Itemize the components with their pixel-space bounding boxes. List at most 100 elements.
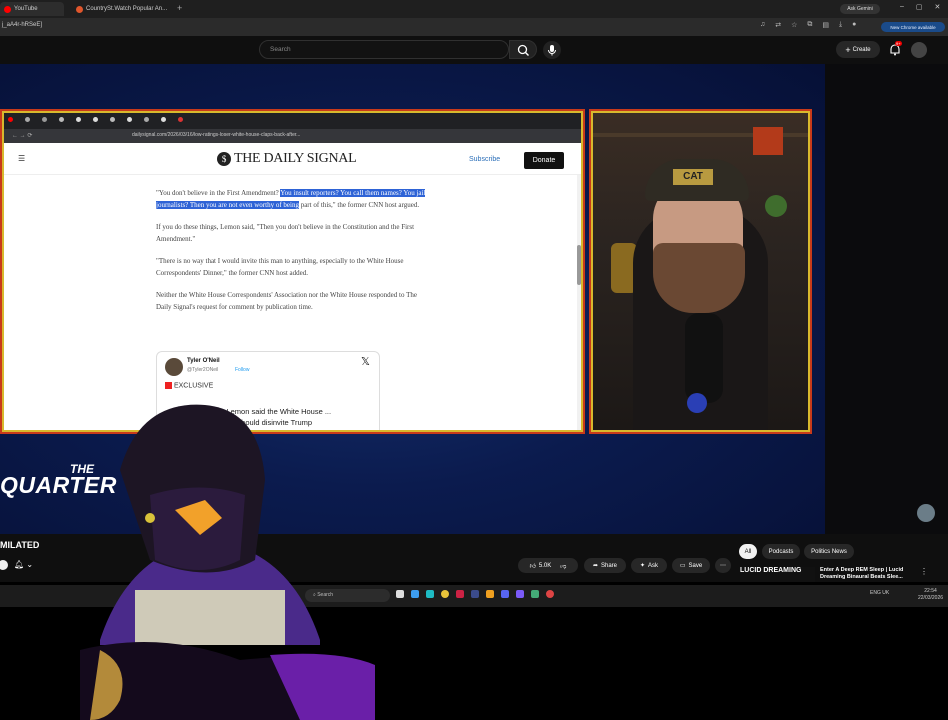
inner-address-bar: ← → ⟳ dailysignal.com/2026/03/16/low-rat… <box>4 129 581 143</box>
download-icon[interactable]: ⤓ <box>839 21 842 29</box>
app-icon[interactable] <box>516 590 524 598</box>
ask-button[interactable]: ✦ Ask <box>631 558 667 573</box>
tab-label: YouTube <box>14 6 38 12</box>
youtube-favicon-icon <box>4 5 11 13</box>
recommended-title[interactable]: Enter A Deep REM Sleep | Lucid Dreaming … <box>820 567 918 581</box>
language-indicator[interactable]: ENG UK <box>870 591 889 596</box>
obs-icon[interactable] <box>546 590 554 598</box>
create-button[interactable]: + Create <box>836 41 880 58</box>
tab-favicon-icon <box>42 117 47 122</box>
media-icon[interactable]: ♫ <box>760 21 765 29</box>
clock[interactable]: 22:54 22/03/2026 <box>918 588 943 602</box>
translate-icon[interactable]: ⇄ <box>775 21 781 29</box>
chip-podcasts[interactable]: Podcasts <box>762 544 800 559</box>
inner-url[interactable]: dailysignal.com/2026/03/16/low-ratings-l… <box>132 132 362 138</box>
chrome-update-badge[interactable]: New Chrome available <box>881 22 945 32</box>
discord-icon[interactable] <box>501 590 509 598</box>
menu-search-icon[interactable]: ☰ <box>18 154 25 163</box>
more-actions-button[interactable]: ⋯ <box>715 558 731 573</box>
microphone-icon <box>548 45 556 56</box>
donate-button[interactable]: Donate <box>524 152 564 169</box>
kebab-menu-icon[interactable]: ⋮ <box>920 567 928 576</box>
inner-scrollbar[interactable] <box>577 175 581 430</box>
youtube-favicon-icon <box>8 117 13 122</box>
ask-gemini-button[interactable]: Ask Gemini <box>840 4 880 14</box>
cap-patch: CAT <box>673 169 713 185</box>
nav-arrows-icon[interactable]: ← → ⟳ <box>12 132 32 139</box>
notifications-button[interactable]: 9+ <box>888 41 902 57</box>
article-paragraph: "You don't believe in the First Amendmen… <box>156 188 426 211</box>
paragraph-text: "You don't believe in the First Amendmen… <box>156 189 279 197</box>
plus-icon: + <box>845 44 851 55</box>
watermark-icon[interactable] <box>917 504 935 522</box>
create-label: Create <box>852 46 871 53</box>
taskbar-apps <box>396 590 554 598</box>
site-logo[interactable]: $ THE DAILY SIGNAL <box>217 151 357 167</box>
chip-politics-news[interactable]: Politics News <box>804 544 854 559</box>
mic-badge <box>687 393 707 413</box>
paragraph-text: part of this," the former CNN host argue… <box>300 200 420 209</box>
notification-count-badge: 9+ <box>895 41 902 46</box>
webcam-feed: CAT <box>589 109 812 434</box>
app-icon[interactable] <box>411 590 419 598</box>
chip-all[interactable]: All <box>739 544 757 559</box>
scroll-thumb[interactable] <box>577 245 581 285</box>
tab-favicon-icon <box>93 117 98 122</box>
url-field[interactable]: j_aA4r-hRSeE] <box>2 22 502 33</box>
more-icon: ⋯ <box>720 563 726 569</box>
channel-name[interactable]: MILATED <box>0 540 39 550</box>
voice-search-button[interactable] <box>543 41 561 59</box>
tab-countryst[interactable]: CountrySt.Watch Popular An... <box>72 2 172 16</box>
article-paragraph: Neither the White House Correspondents' … <box>156 291 417 311</box>
app-icon[interactable] <box>426 590 434 598</box>
account-avatar[interactable] <box>911 42 927 58</box>
toolbar-icons: ♫ ⇄ ☆ ⧉ ▤ ⤓ ● <box>760 21 856 29</box>
article-paragraph: "There is no way that I would invite thi… <box>156 257 404 277</box>
subscribe-link[interactable]: Subscribe <box>469 156 500 163</box>
search-icon <box>517 44 529 56</box>
bookmark-icon: ▭ <box>679 563 686 569</box>
task-view-icon[interactable] <box>396 590 404 598</box>
search-button[interactable] <box>509 40 537 59</box>
steam-icon[interactable] <box>471 590 479 598</box>
extensions-icon[interactable]: ⧉ <box>807 21 812 29</box>
tweet-follow-link[interactable]: Follow <box>235 367 249 373</box>
clock-date: 22/03/2026 <box>918 595 944 601</box>
maximize-icon[interactable]: ▢ <box>916 3 923 14</box>
channel-avatar[interactable] <box>0 560 8 570</box>
folder-icon[interactable] <box>486 590 494 598</box>
vtuber-avatar <box>80 404 375 720</box>
tweet-handle: @Tyler2ONeil <box>187 367 219 373</box>
sidepanel-icon[interactable]: ▤ <box>822 21 829 29</box>
save-button[interactable]: ▭ Save <box>672 558 710 573</box>
bell-dropdown-icon[interactable]: 🔔︎ ⌄ <box>14 560 33 569</box>
like-dislike-button[interactable]: 👍︎ 5.0K 👎︎ <box>518 558 578 573</box>
chrome-icon[interactable] <box>441 590 449 598</box>
sparkle-icon: ✦ <box>639 563 645 569</box>
article-paragraph: If you do these things, Lemon said, "The… <box>156 223 415 243</box>
shared-browser-window: ← → ⟳ dailysignal.com/2026/03/16/low-rat… <box>0 109 585 434</box>
recommended-thumbnail[interactable]: LUCID DREAMING <box>740 567 815 582</box>
ask-gemini-label: Ask Gemini <box>847 6 873 12</box>
x-logo-icon: 𝕏 <box>361 356 370 368</box>
shelf-item <box>753 127 783 155</box>
app-icon[interactable] <box>531 590 539 598</box>
tab-youtube[interactable]: YouTube <box>0 2 64 16</box>
x-favicon-icon <box>76 117 81 122</box>
new-tab-button[interactable]: + <box>177 3 182 13</box>
inner-tabs <box>8 117 183 122</box>
update-label: New Chrome available <box>890 24 936 30</box>
address-bar-row: j_aA4r-hRSeE] ♫ ⇄ ☆ ⧉ ▤ ⤓ ● New Chrome a… <box>0 18 948 36</box>
bookmark-icon[interactable]: ☆ <box>791 21 797 29</box>
tab-favicon-icon <box>144 117 149 122</box>
ask-label: Ask <box>648 562 659 569</box>
share-button[interactable]: ➦ Share <box>584 558 626 573</box>
minimize-icon[interactable]: – <box>900 3 904 14</box>
app-icon[interactable] <box>456 590 464 598</box>
window-controls: – ▢ ✕ <box>900 3 944 14</box>
x-favicon-icon <box>161 117 166 122</box>
profile-icon[interactable]: ● <box>852 21 856 29</box>
thumbs-up-icon: 👍︎ <box>529 563 536 570</box>
close-icon[interactable]: ✕ <box>935 3 941 14</box>
search-input[interactable]: Search <box>259 40 509 59</box>
